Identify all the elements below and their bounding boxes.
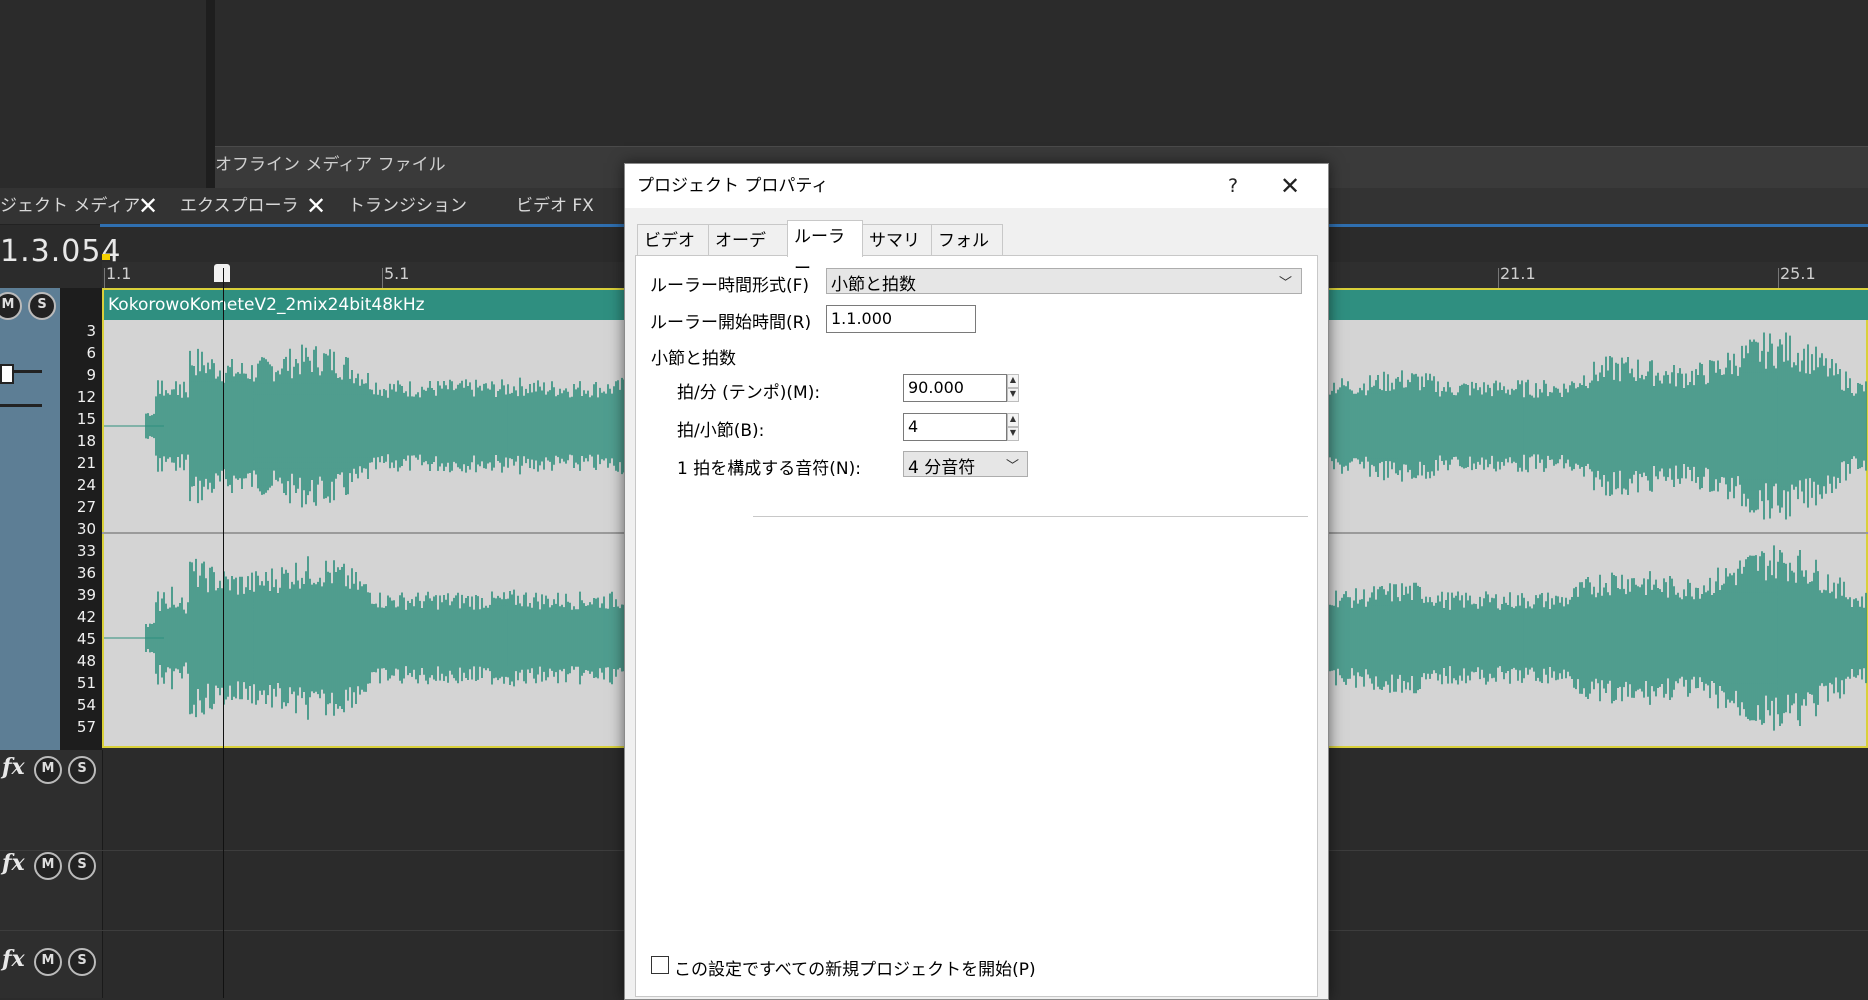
- tab-folder[interactable]: フォルダ: [931, 224, 1003, 283]
- meter-scale-label: 24: [76, 476, 96, 494]
- mute-icon[interactable]: M: [34, 852, 62, 880]
- help-button[interactable]: ?: [1211, 164, 1255, 208]
- clip-name: KokorowoKometeV2_2mix24bit48kHz: [108, 295, 425, 315]
- ruler-label: 21.1: [1500, 264, 1536, 283]
- marker-icon[interactable]: [102, 254, 110, 260]
- meter-scale-label: 9: [86, 366, 96, 384]
- meter-scale-label: 54: [76, 696, 96, 714]
- meter-scale-label: 18: [76, 432, 96, 450]
- tempo-input[interactable]: 90.000: [903, 374, 1007, 402]
- meter-scale-label: 12: [76, 388, 96, 406]
- beat-note-combobox[interactable]: 4 分音符 ﹀: [903, 451, 1028, 478]
- beats-per-measure-label: 拍/小節(B):: [677, 421, 765, 441]
- project-properties-dialog: プロジェクト プロパティ ? ✕ ビデオ オーディオ ルーラー サマリー フォル…: [624, 163, 1329, 1000]
- ruler-format-label: ルーラー時間形式(F): [650, 276, 810, 296]
- fx-icon[interactable]: fx: [2, 754, 25, 780]
- playhead-cursor[interactable]: [223, 268, 224, 998]
- tempo-label: 拍/分 (テンポ)(M):: [677, 383, 821, 403]
- spin-down-icon[interactable]: ▼: [1007, 427, 1019, 441]
- ruler-tick: [1498, 268, 1499, 288]
- tab-panel: [635, 255, 1318, 997]
- ruler-label: 1.1: [106, 264, 132, 283]
- start-all-checkbox[interactable]: [651, 956, 669, 974]
- dialog-title: プロジェクト プロパティ: [637, 176, 829, 196]
- beat-note-label: 1 拍を構成する音符(N):: [677, 459, 861, 479]
- beat-note-value: 4 分音符: [908, 458, 976, 478]
- meter-scale-label: 57: [76, 718, 96, 736]
- meter-scale-label: 42: [76, 608, 96, 626]
- track-header[interactable]: [0, 288, 60, 750]
- tab-explorer[interactable]: エクスプローラ: [180, 188, 299, 224]
- spin-up-icon[interactable]: ▲: [1007, 374, 1019, 388]
- tab-audio[interactable]: オーディオ: [708, 224, 788, 283]
- ruler-tick: [104, 268, 105, 288]
- ruler-start-label: ルーラー開始時間(R): [650, 313, 812, 333]
- measures-beats-group-label: 小節と拍数: [651, 349, 736, 369]
- group-divider: [753, 516, 1308, 517]
- panel-splitter[interactable]: [206, 0, 215, 188]
- chevron-down-icon: ﹀: [1279, 276, 1293, 291]
- spin-up-icon[interactable]: ▲: [1007, 413, 1019, 427]
- ruler-format-combobox[interactable]: 小節と拍数 ﹀: [826, 268, 1302, 295]
- chevron-down-icon: ﹀: [1006, 459, 1020, 474]
- ruler-label: 25.1: [1780, 264, 1816, 283]
- top-panel-area: [0, 0, 1868, 148]
- meter-scale-label: 33: [76, 542, 96, 560]
- meter-scale-label: 21: [76, 454, 96, 472]
- meter-scale-label: 48: [76, 652, 96, 670]
- fader-handle[interactable]: [0, 364, 14, 384]
- ruler-label: 5.1: [384, 264, 410, 283]
- solo-icon[interactable]: S: [68, 852, 96, 880]
- playhead-marker-icon[interactable]: [214, 264, 230, 282]
- ruler-format-value: 小節と拍数: [831, 275, 916, 295]
- meter-scale-label: 45: [76, 630, 96, 648]
- meter-scale-label: 30: [76, 520, 96, 538]
- tab-project-media[interactable]: ジェクト メディア: [0, 188, 140, 224]
- solo-icon[interactable]: S: [68, 756, 96, 784]
- fx-icon[interactable]: fx: [2, 850, 25, 876]
- beats-per-measure-input[interactable]: 4: [903, 413, 1007, 441]
- fx-icon[interactable]: fx: [2, 946, 25, 972]
- tab-summary[interactable]: サマリー: [862, 224, 932, 283]
- pan-fader[interactable]: [0, 404, 42, 407]
- start-all-label[interactable]: この設定ですべての新規プロジェクトを開始(P): [674, 955, 1036, 980]
- close-icon[interactable]: ✕: [306, 188, 326, 224]
- close-button[interactable]: ✕: [1265, 164, 1315, 208]
- solo-icon[interactable]: S: [28, 292, 56, 320]
- meter-scale-label: 51: [76, 674, 96, 692]
- tab-video[interactable]: ビデオ: [637, 224, 709, 256]
- meter-scale-label: 39: [76, 586, 96, 604]
- spin-down-icon[interactable]: ▼: [1007, 388, 1019, 402]
- mute-icon[interactable]: M: [34, 948, 62, 976]
- close-icon[interactable]: ✕: [138, 188, 158, 224]
- offline-media-label: オフライン メディア ファイル: [215, 155, 446, 175]
- ruler-tick: [1778, 268, 1779, 288]
- mute-icon[interactable]: M: [34, 756, 62, 784]
- meter-scale-label: 36: [76, 564, 96, 582]
- tab-ruler[interactable]: ルーラー: [787, 220, 863, 279]
- tab-video-fx[interactable]: ビデオ FX: [516, 188, 594, 224]
- meter-scale-label: 3: [86, 322, 96, 340]
- tab-transitions[interactable]: トランジション: [348, 188, 467, 224]
- meter-scale-label: 6: [86, 344, 96, 362]
- meter-scale-label: 27: [76, 498, 96, 516]
- ruler-tick: [382, 268, 383, 288]
- meter-scale-label: 15: [76, 410, 96, 428]
- ruler-start-input[interactable]: 1.1.000: [826, 305, 976, 333]
- solo-icon[interactable]: S: [68, 948, 96, 976]
